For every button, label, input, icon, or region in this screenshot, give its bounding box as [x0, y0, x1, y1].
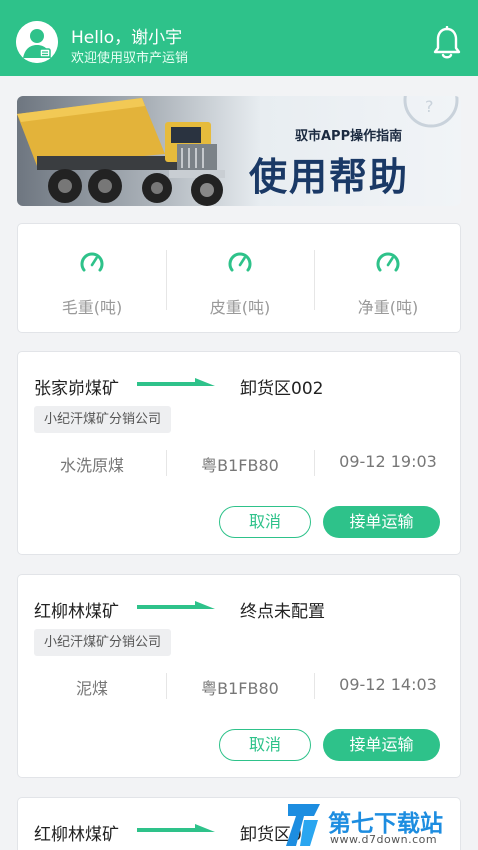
net-weight: 净重(吨): [314, 224, 462, 334]
site-watermark: 第七下载站 www.d7down.com: [282, 800, 478, 850]
site-logo-icon: [286, 804, 320, 846]
arrow-right-icon: [137, 378, 215, 386]
cancel-button[interactable]: 取消: [219, 729, 311, 761]
company-tag: 小纪汗煤矿分销公司: [34, 629, 172, 656]
gross-weight: 毛重(吨): [18, 224, 166, 334]
gross-weight-label: 毛重(吨): [61, 298, 123, 317]
greeting-text: Hello，谢小宇: [71, 28, 183, 48]
license-plate: 粤B1FB80: [201, 679, 279, 698]
tare-weight-label: 皮重(吨): [209, 298, 271, 317]
net-weight-label: 净重(吨): [357, 298, 419, 317]
order-time: 09-12 14:03: [339, 675, 437, 694]
welcome-subtitle: 欢迎使用驭市产运销: [71, 51, 189, 66]
watermark-url: www.d7down.com: [330, 833, 438, 846]
destination: 终点未配置: [240, 602, 325, 622]
accept-transport-button[interactable]: 接单运输: [323, 729, 440, 761]
order-card[interactable]: 张家峁煤矿 卸货区002 小纪汗煤矿分销公司 水洗原煤 粤B1FB80 09-1…: [17, 351, 461, 555]
license-plate: 粤B1FB80: [201, 456, 279, 475]
svg-text:?: ?: [425, 97, 434, 116]
dump-truck-icon: [17, 98, 225, 206]
tare-weight: 皮重(吨): [166, 224, 314, 334]
app-header: Hello，谢小宇 欢迎使用驭市产运销: [0, 0, 478, 76]
accept-transport-button[interactable]: 接单运输: [323, 506, 440, 538]
origin-mine: 红柳林煤矿: [34, 825, 119, 845]
avatar[interactable]: [16, 21, 58, 63]
bell-icon[interactable]: [432, 26, 462, 60]
order-time: 09-12 19:03: [339, 452, 437, 471]
question-circle-icon: ?: [403, 96, 459, 128]
cargo-type: 泥煤: [75, 679, 108, 698]
company-tag: 小纪汗煤矿分销公司: [34, 406, 172, 433]
banner-subtitle: 驭市APP操作指南: [295, 129, 403, 144]
cargo-type: 水洗原煤: [59, 456, 124, 475]
gauge-icon: [80, 252, 104, 272]
help-banner[interactable]: ? 驭市APP操作指南 使用帮助: [17, 96, 461, 206]
arrow-right-icon: [137, 824, 215, 832]
gauge-icon: [376, 252, 400, 272]
destination: 卸货区002: [240, 379, 324, 399]
cancel-button[interactable]: 取消: [219, 506, 311, 538]
order-card[interactable]: 红柳林煤矿 终点未配置 小纪汗煤矿分销公司 泥煤 粤B1FB80 09-12 1…: [17, 574, 461, 778]
weight-summary: 毛重(吨) 皮重(吨) 净重(吨): [17, 223, 461, 333]
origin-mine: 红柳林煤矿: [34, 602, 119, 622]
arrow-right-icon: [137, 601, 215, 609]
origin-mine: 张家峁煤矿: [34, 379, 119, 399]
banner-title: 使用帮助: [249, 155, 410, 199]
gauge-icon: [228, 252, 252, 272]
user-avatar-icon: [16, 21, 58, 63]
